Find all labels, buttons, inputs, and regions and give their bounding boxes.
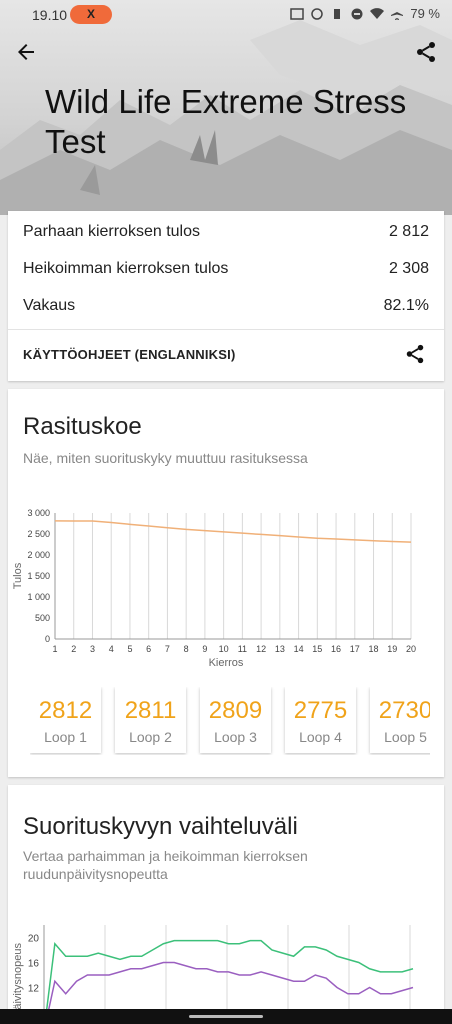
best-loop-label: Parhaan kierroksen tulos (23, 223, 200, 240)
x-tick-label: 4 (109, 644, 114, 654)
y-tick-label: 2 000 (27, 550, 50, 560)
page-title: Wild Life Extreme Stress Test (45, 83, 407, 160)
battery-level: 79 % (410, 6, 440, 21)
y-tick-label: 1 000 (27, 592, 50, 602)
loop-card[interactable]: 2730 Loop 5 (370, 687, 430, 753)
x-tick-label: 10 (219, 644, 229, 654)
x-tick-label: 8 (184, 644, 189, 654)
summary-card: Parhaan kierroksen tulos 2 812 Heikoimma… (8, 211, 444, 381)
stress-test-subtitle: Näe, miten suorituskyky muuttuu rasituks… (23, 450, 308, 466)
y-tick-label: 2 500 (27, 529, 50, 539)
loop-card[interactable]: 2775 Loop 4 (285, 687, 356, 753)
loop-card[interactable]: 2809 Loop 3 (200, 687, 271, 753)
y-tick-label: 12 (28, 984, 40, 995)
vibrate-icon (334, 8, 341, 19)
best-loop-value: 2 812 (388, 223, 429, 240)
dnd-icon (351, 8, 363, 19)
fps-range-title: Suorituskyvyn vaihteluväli (23, 813, 298, 840)
loop-name: Loop 4 (299, 729, 342, 745)
status-icons: 79 % (290, 6, 440, 21)
sync-icon (311, 7, 324, 20)
x-tick-label: 15 (312, 644, 322, 654)
y-axis-label: Tulos (12, 562, 24, 589)
x-tick-label: 6 (146, 644, 151, 654)
fps-range-subtitle: Vertaa parhaimman ja heikoimman kierroks… (23, 848, 308, 882)
worst-loop-label: Heikoimman kierroksen tulos (23, 260, 229, 277)
header-hero: Wild Life Extreme Stress Test (0, 0, 452, 215)
x-tick-label: 17 (350, 644, 360, 654)
y-axis-label: Päivitysnopeus (12, 943, 24, 1017)
loop-name: Loop 5 (384, 729, 427, 745)
x-tick-label: 1 (52, 644, 57, 654)
x-tick-label: 3 (90, 644, 95, 654)
loop-value: 2812 (38, 697, 93, 724)
worst-loop-value: 2 308 (388, 260, 429, 277)
stability-value: 82.1% (383, 297, 429, 314)
divider (8, 329, 444, 330)
y-tick-label: 3 000 (27, 508, 50, 518)
share-icon[interactable] (414, 40, 438, 64)
status-time: 19.10 (32, 7, 68, 23)
loop-value: 2730 (378, 697, 430, 724)
x-tick-label: 14 (294, 644, 304, 654)
photo-icon (290, 7, 305, 20)
loop-name: Loop 2 (129, 729, 172, 745)
x-tick-label: 11 (238, 644, 247, 654)
y-tick-label: 16 (28, 959, 40, 970)
worst-loop-row: Heikoimman kierroksen tulos 2 308 (23, 260, 429, 278)
wifi-icon (370, 7, 385, 19)
status-notification-pill: X (70, 5, 112, 24)
x-tick-label: 2 (71, 644, 76, 654)
stability-label: Vakaus (23, 297, 76, 314)
x-tick-label: 19 (387, 644, 397, 654)
arrow-back-icon[interactable] (14, 40, 38, 64)
loop-results-list[interactable]: 2812 Loop 1 2811 Loop 2 2809 Loop 3 2775… (30, 687, 430, 755)
share-icon[interactable] (404, 343, 426, 365)
x-tick-label: 13 (275, 644, 285, 654)
y-tick-label: 20 (28, 934, 40, 945)
stress-test-card: Rasituskoe Näe, miten suorituskyky muutt… (8, 389, 444, 777)
loop-value: 2811 (124, 697, 177, 724)
y-tick-label: 1 500 (27, 571, 50, 581)
x-tick-label: 12 (256, 644, 266, 654)
stress-line-chart: 1 2 3 4 5 6 7 8 9 10 11 12 13 14 15 16 17 18 19 203 0002 50… (12, 508, 416, 669)
x-tick-label: 9 (202, 644, 207, 654)
airplane-icon (391, 7, 404, 20)
loop-value: 2775 (293, 697, 348, 724)
status-bar: 19.10 X 79 % (0, 0, 452, 30)
loop-name: Loop 3 (214, 729, 257, 745)
fps-range-card: Suorituskyvyn vaihteluväli Vertaa parhai… (8, 785, 444, 1024)
x-tick-label: 5 (127, 644, 132, 654)
loop-card[interactable]: 2811 Loop 2 (115, 687, 186, 753)
x-tick-label: 18 (369, 644, 379, 654)
best-loop-row: Parhaan kierroksen tulos 2 812 (23, 223, 429, 241)
loop-card[interactable]: 2812 Loop 1 (30, 687, 101, 753)
x-tick-label: 20 (406, 644, 416, 654)
loop-value: 2809 (208, 697, 263, 724)
y-tick-label: 500 (35, 613, 50, 623)
stress-test-title: Rasituskoe (23, 413, 142, 440)
x-axis-label: Kierros (209, 657, 244, 669)
x-tick-label: 7 (165, 644, 170, 654)
loop-name: Loop 1 (44, 729, 87, 745)
user-manual-link[interactable]: KÄYTTÖOHJEET (ENGLANNIKSI) (23, 347, 235, 362)
stability-row: Vakaus 82.1% (23, 297, 429, 315)
series-line (54, 520, 412, 543)
home-gesture-handle[interactable] (189, 1015, 263, 1018)
x-tick-label: 16 (331, 644, 341, 654)
y-tick-label: 0 (45, 634, 50, 644)
